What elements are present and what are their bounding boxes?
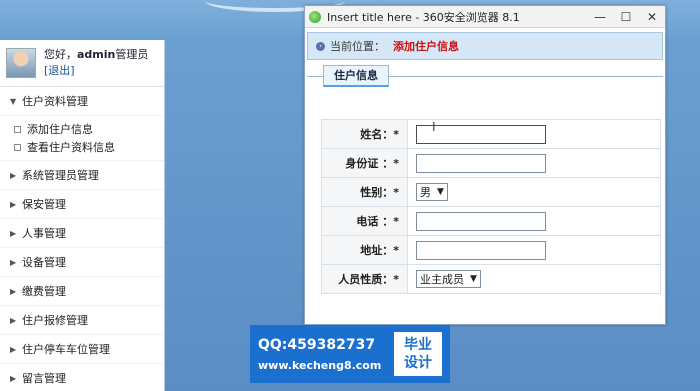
user-name: admin — [77, 48, 116, 61]
watermark-badge-bottom: 设计 — [404, 355, 432, 371]
window-titlebar: Insert title here - 360安全浏览器 8.1 — ☐ ✕ — [305, 6, 665, 28]
collapse-arrow-icon: ▶ — [10, 257, 17, 267]
avatar — [6, 48, 36, 78]
watermark-qq: QQ:459382737 — [258, 336, 376, 353]
window-title: Insert title here - 360安全浏览器 8.1 — [327, 10, 520, 24]
menu-group-label: 住户资料管理 — [22, 95, 88, 108]
close-icon[interactable]: ✕ — [639, 10, 665, 24]
phone-input[interactable] — [416, 211, 546, 231]
logout-link[interactable]: [退出] — [44, 63, 148, 79]
user-info: 您好，admin管理员 [退出] — [0, 40, 164, 87]
section-title: 住户信息 — [323, 65, 389, 87]
person-type-select[interactable]: 业主成员 ▼ — [416, 270, 481, 288]
watermark-badge: 毕业 设计 — [394, 332, 442, 376]
greeting: 您好， — [44, 48, 77, 61]
form-row-phone: 电话 ：* — [321, 206, 661, 236]
watermark-badge-top: 毕业 — [404, 337, 432, 353]
form-row-name: 姓名：* — [321, 119, 661, 149]
phone-cell — [407, 206, 661, 236]
phone-label: 电话 ：* — [321, 206, 408, 236]
sub-item-view-resident[interactable]: 查看住户资料信息 — [14, 138, 164, 156]
submenu: 添加住户信息 查看住户资料信息 — [0, 116, 164, 161]
expand-arrow-icon: ▼ — [10, 96, 17, 106]
watermark: QQ:459382737 www.kecheng8.com 毕业 设计 — [250, 325, 450, 383]
address-cell — [407, 235, 661, 265]
menu-group-label: 系统管理员管理 — [22, 169, 99, 182]
menu-group-label: 保安管理 — [22, 198, 66, 211]
name-cell — [407, 119, 661, 149]
type-cell: 业主成员 ▼ — [407, 264, 661, 294]
menu-group-label: 设备管理 — [22, 256, 66, 269]
collapse-arrow-icon: ▶ — [10, 170, 17, 180]
menu-group-resident-info[interactable]: ▼ 住户资料管理 — [0, 87, 164, 116]
sub-item-add-resident[interactable]: 添加住户信息 — [14, 120, 164, 138]
gender-select[interactable]: 男 ▼ — [416, 183, 448, 201]
watermark-site: www.kecheng8.com — [258, 358, 382, 372]
form-row-id: 身份证 ：* — [321, 148, 661, 178]
type-label: 人员性质：* — [321, 264, 408, 294]
menu-group-label: 留言管理 — [22, 372, 66, 385]
sub-item-label: 添加住户信息 — [27, 123, 93, 136]
menu-group-security[interactable]: ▶ 保安管理 — [0, 190, 164, 219]
watermark-text: QQ:459382737 www.kecheng8.com — [250, 337, 381, 372]
menu-group-repairs[interactable]: ▶ 住户报修管理 — [0, 306, 164, 335]
id-number-input[interactable] — [416, 153, 546, 173]
minimize-icon[interactable]: — — [587, 10, 613, 24]
id-label: 身份证 ：* — [321, 148, 408, 178]
form-row-gender: 性别：* 男 ▼ — [321, 177, 661, 207]
menu-group-messages[interactable]: ▶ 留言管理 — [0, 364, 164, 391]
id-cell — [407, 148, 661, 178]
chevron-down-icon: ▼ — [437, 187, 444, 197]
collapse-arrow-icon: ▶ — [10, 286, 17, 296]
popup-browser-window: Insert title here - 360安全浏览器 8.1 — ☐ ✕ ›… — [304, 5, 666, 325]
user-role: 管理员 — [115, 48, 149, 61]
resident-info-section: 住户信息 姓名：* 身份证 ：* 性别：* 男 ▼ 电话 ：* 地址：* 人员性… — [307, 65, 663, 322]
collapse-arrow-icon: ▶ — [10, 228, 17, 238]
menu-group-label: 人事管理 — [22, 227, 66, 240]
menu-group-fees[interactable]: ▶ 缴费管理 — [0, 277, 164, 306]
menu-group-parking[interactable]: ▶ 住户停车车位管理 — [0, 335, 164, 364]
collapse-arrow-icon: ▶ — [10, 199, 17, 209]
collapse-arrow-icon: ▶ — [10, 373, 17, 383]
breadcrumb-current: 添加住户信息 — [393, 40, 459, 53]
sub-item-label: 查看住户资料信息 — [27, 141, 115, 154]
name-label: 姓名：* — [321, 119, 408, 149]
gender-cell: 男 ▼ — [407, 177, 661, 207]
address-label: 地址：* — [321, 235, 408, 265]
browser-icon — [309, 10, 321, 23]
form-row-address: 地址：* — [321, 235, 661, 265]
breadcrumb: › 当前位置： 添加住户信息 — [307, 32, 663, 60]
chevron-down-icon: ▼ — [470, 274, 477, 284]
gender-label: 性别：* — [321, 177, 408, 207]
bullet-icon — [14, 143, 21, 151]
resident-form: 姓名：* 身份证 ：* 性别：* 男 ▼ 电话 ：* 地址：* 人员性质：* 业… — [321, 119, 661, 294]
arrow-circle-icon: › — [316, 41, 325, 51]
menu-group-equipment[interactable]: ▶ 设备管理 — [0, 248, 164, 277]
user-text: 您好，admin管理员 [退出] — [44, 47, 148, 79]
maximize-icon[interactable]: ☐ — [613, 10, 639, 24]
collapse-arrow-icon: ▶ — [10, 344, 17, 354]
gender-value: 男 — [420, 186, 431, 199]
collapse-arrow-icon: ▶ — [10, 315, 17, 325]
menu-group-label: 缴费管理 — [22, 285, 66, 298]
bullet-icon — [14, 125, 21, 133]
menu-group-label: 住户停车车位管理 — [22, 343, 110, 356]
text-cursor-icon: I — [432, 120, 436, 134]
address-input[interactable] — [416, 240, 546, 260]
menu-group-hr[interactable]: ▶ 人事管理 — [0, 219, 164, 248]
menu-group-label: 住户报修管理 — [22, 314, 88, 327]
type-value: 业主成员 — [420, 273, 464, 286]
form-row-type: 人员性质：* 业主成员 ▼ — [321, 264, 661, 294]
menu-group-admin[interactable]: ▶ 系统管理员管理 — [0, 161, 164, 190]
sidebar: 您好，admin管理员 [退出] ▼ 住户资料管理 添加住户信息 查看住户资料信… — [0, 40, 165, 391]
breadcrumb-label: 当前位置： — [330, 40, 385, 53]
